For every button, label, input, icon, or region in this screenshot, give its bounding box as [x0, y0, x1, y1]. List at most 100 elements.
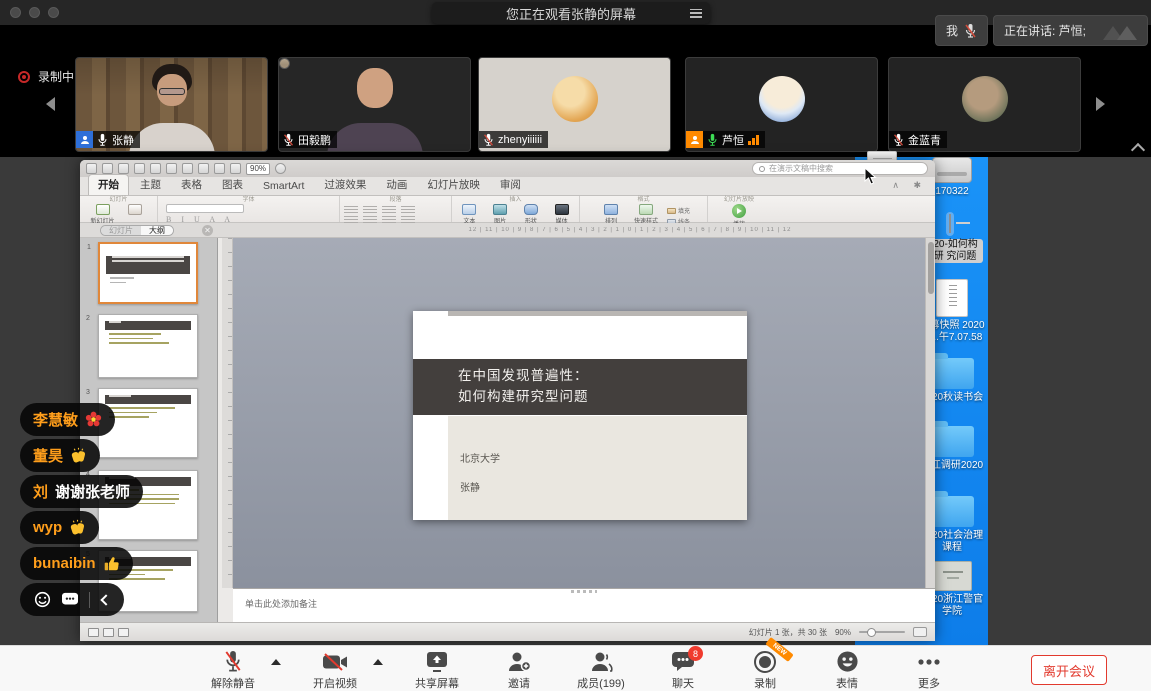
- insert-shape-button[interactable]: 形状: [518, 204, 545, 225]
- scroll-videos-right-icon[interactable]: [1096, 97, 1105, 111]
- arrange-button[interactable]: 排列: [597, 204, 625, 225]
- view-switch-buttons[interactable]: [88, 628, 129, 637]
- ribbon-group-font: 字体 B I U A A: [158, 196, 340, 222]
- notes-pane[interactable]: 单击此处添加备注: [233, 588, 935, 622]
- invite-button[interactable]: 邀请: [491, 650, 547, 691]
- mic-active-icon: [707, 133, 718, 147]
- zoom-dropdown[interactable]: 90%: [246, 163, 270, 175]
- smiley-icon: [836, 650, 859, 673]
- ribbon-collapse-gear-icons[interactable]: ∧ ✱: [892, 180, 927, 191]
- pane-view-switch[interactable]: 幻灯片 大纲: [100, 225, 174, 236]
- tab-review[interactable]: 审阅: [491, 175, 530, 195]
- tab-smartart[interactable]: SmartArt: [254, 178, 313, 195]
- tab-home[interactable]: 开始: [88, 174, 129, 195]
- chat-overlay-controls[interactable]: [20, 583, 124, 616]
- window-controls[interactable]: [10, 7, 59, 18]
- recording-label: 录制中: [38, 68, 74, 85]
- collapse-strip-icon[interactable]: [1131, 143, 1145, 157]
- video-tile[interactable]: 田毅鹏: [278, 57, 471, 152]
- slide-canvas: 在中国发现普遍性： 如何构建研究型问题 北京大学 张静: [233, 238, 925, 588]
- tab-tables[interactable]: 表格: [172, 175, 211, 195]
- search-icon: [759, 166, 765, 172]
- chat-button[interactable]: 8 聊天: [655, 650, 711, 691]
- video-tile[interactable]: 芦恒: [685, 57, 878, 152]
- ribbon-group-slideshow: 幻灯片放映 播放: [708, 196, 770, 222]
- tab-slideshow[interactable]: 幻灯片放映: [418, 175, 489, 195]
- ppt-search-box[interactable]: 在演示文稿中搜索: [752, 162, 928, 175]
- mouse-cursor: [864, 167, 877, 185]
- leave-meeting-button[interactable]: 离开会议: [1031, 655, 1107, 685]
- slide-thumbnail[interactable]: 2: [98, 314, 198, 378]
- more-button[interactable]: 更多: [901, 650, 957, 691]
- ribbon-group-paragraph: 段落: [340, 196, 452, 222]
- help-icon[interactable]: [275, 163, 286, 174]
- presenter-badge-icon: [76, 131, 93, 148]
- insert-text-button[interactable]: 文本: [456, 204, 483, 225]
- tab-charts[interactable]: 图表: [213, 175, 252, 195]
- reactions-button[interactable]: 表情: [819, 650, 875, 691]
- share-screen-button[interactable]: 共享屏幕: [409, 650, 465, 691]
- save-icon[interactable]: [118, 163, 129, 174]
- quick-styles-button[interactable]: 快速样式: [629, 204, 663, 225]
- members-button[interactable]: 成员(199): [573, 650, 629, 691]
- video-tile[interactable]: zhenyiiiiii: [478, 57, 671, 152]
- tab-themes[interactable]: 主题: [131, 175, 170, 195]
- chat-bubble: bunaibin: [20, 547, 133, 580]
- layout-button[interactable]: [121, 204, 149, 215]
- scroll-videos-left-icon[interactable]: [46, 97, 55, 111]
- fit-slide-button[interactable]: [913, 627, 927, 637]
- participant-avatar: [759, 76, 805, 122]
- slide-title: 在中国发现普遍性： 如何构建研究型问题: [413, 359, 747, 415]
- slide-subtitle-panel: 北京大学 张静: [448, 416, 747, 520]
- close-pane-icon[interactable]: ✕: [202, 225, 213, 236]
- self-label: 我: [946, 22, 958, 39]
- current-slide: 在中国发现普遍性： 如何构建研究型问题 北京大学 张静: [413, 311, 747, 520]
- paragraph-buttons[interactable]: [344, 204, 447, 223]
- video-tile[interactable]: 张静: [75, 57, 268, 152]
- members-icon: [589, 651, 613, 673]
- notes-resize-handle[interactable]: [571, 590, 597, 593]
- participant-avatar: [552, 76, 598, 122]
- self-mic-status[interactable]: 我: [935, 15, 988, 46]
- ppt-vertical-scrollbar[interactable]: [925, 238, 935, 588]
- ppt-ribbon-tabs: 开始 主题 表格 图表 SmartArt 过渡效果 动画 幻灯片放映 审阅: [80, 177, 935, 196]
- participant-name: 张静: [112, 132, 134, 148]
- print-icon[interactable]: [134, 163, 145, 174]
- banner-menu-icon[interactable]: [690, 9, 702, 18]
- redo-icon[interactable]: [230, 163, 241, 174]
- fill-button[interactable]: 填充: [667, 206, 690, 215]
- shared-screen-area: 普遍性.docx 170322 社会学谈因何 -北...静.docx 2020-…: [0, 157, 1151, 645]
- zoom-window-icon[interactable]: [48, 7, 59, 18]
- mic-options-caret[interactable]: [271, 659, 281, 665]
- video-tile[interactable]: 金蓝青: [888, 57, 1081, 152]
- new-file-icon[interactable]: [86, 163, 97, 174]
- folder-icon: [930, 358, 974, 389]
- tab-transitions[interactable]: 过渡效果: [315, 175, 375, 195]
- close-window-icon[interactable]: [10, 7, 21, 18]
- emoji-face-icon[interactable]: [34, 591, 51, 608]
- participant-name: 芦恒: [722, 132, 744, 148]
- pane-tab-outline[interactable]: 大纲: [141, 226, 173, 235]
- paste-icon[interactable]: [182, 163, 193, 174]
- chat-bubble-icon[interactable]: [61, 592, 79, 608]
- new-slide-button[interactable]: 新幻灯片: [89, 204, 117, 225]
- undo-icon[interactable]: [214, 163, 225, 174]
- font-name-box[interactable]: [166, 204, 244, 213]
- minimize-window-icon[interactable]: [29, 7, 40, 18]
- format-painter-icon[interactable]: [198, 163, 209, 174]
- insert-picture-button[interactable]: 图片: [487, 204, 514, 225]
- video-options-caret[interactable]: [373, 659, 383, 665]
- slide-thumbnail-selected[interactable]: 1: [98, 242, 198, 304]
- copy-icon[interactable]: [166, 163, 177, 174]
- open-file-icon[interactable]: [102, 163, 113, 174]
- insert-media-button[interactable]: 媒体: [548, 204, 575, 225]
- cut-icon[interactable]: [150, 163, 161, 174]
- unmute-button[interactable]: 解除静音: [205, 650, 261, 691]
- start-video-button[interactable]: 开启视频: [307, 650, 363, 691]
- zoom-slider[interactable]: [859, 631, 905, 633]
- pane-tab-slides[interactable]: 幻灯片: [101, 226, 141, 235]
- watching-screen-banner: 您正在观看张静的屏幕: [432, 2, 710, 24]
- tab-animations[interactable]: 动画: [377, 175, 416, 195]
- record-button[interactable]: NEW 录制: [737, 650, 793, 691]
- collapse-chat-icon[interactable]: [100, 594, 111, 605]
